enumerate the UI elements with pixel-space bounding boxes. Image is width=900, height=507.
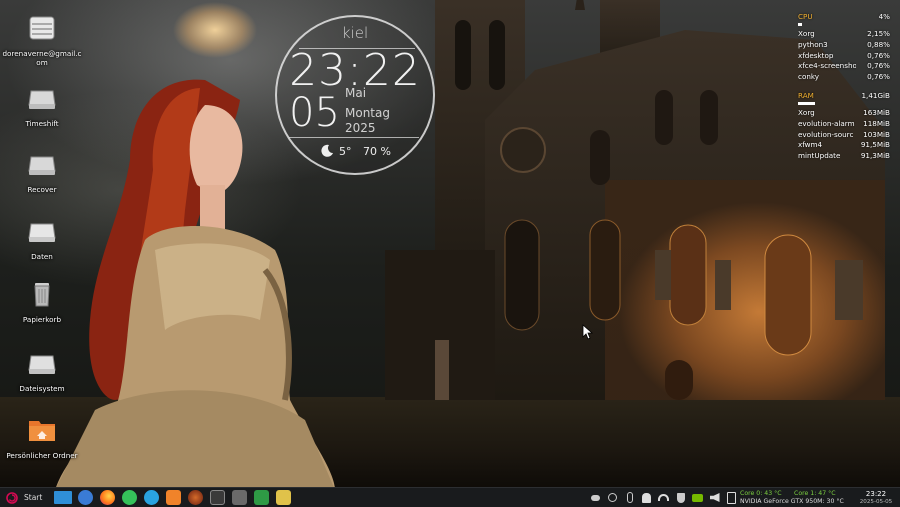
start-menu-button[interactable]: Start (0, 488, 52, 507)
ram-process-row: evolution-sourc 103MiB (798, 129, 890, 139)
clock-weekday: Montag (345, 106, 390, 120)
system-tray: Core 0: 43 °C Core 1: 47 °C NVIDIA GeFor… (587, 488, 900, 507)
taskbar-app-show-desktop[interactable] (52, 488, 74, 507)
wifi-icon[interactable] (655, 488, 672, 507)
firefox-icon (99, 490, 115, 505)
cpu-usage-bar (798, 23, 802, 26)
moon-cloud-icon (321, 144, 333, 157)
home-folder-icon (29, 421, 55, 441)
cpu-process-row: python3 0,88% (798, 39, 890, 49)
drive-icon (29, 16, 55, 40)
taskbar-app-thunderbird[interactable] (74, 488, 96, 507)
nvidia-icon[interactable] (689, 488, 706, 507)
clock-city: kiel (341, 24, 369, 42)
whatsapp-icon (121, 490, 137, 505)
game-icon (187, 490, 203, 505)
ram-process-row: xfwm4 91,5MiB (798, 140, 890, 150)
cpu-process-row: xfdesktop 0,76% (798, 50, 890, 60)
taskbar-clock-date: 2025-05-05 (859, 498, 893, 505)
software-store-icon (165, 490, 181, 505)
desktop-icon-label: dorenaverne@gmail.com (2, 49, 82, 67)
desktop-icon-mail-account[interactable]: dorenaverne@gmail.com (2, 15, 82, 67)
taskbar-clock[interactable]: 23:22 2025-05-05 (852, 488, 900, 507)
ram-usage-bar (798, 101, 815, 105)
conky-system-monitor: CPU 4% Xorg 2,15% python3 0,88% xfdesktop 0… (798, 12, 890, 162)
clock-month: Mai (345, 86, 367, 100)
toggle-icon[interactable] (587, 488, 604, 507)
download-icon (231, 490, 247, 505)
drive-icon (28, 355, 56, 374)
weather-temperature: 5° (339, 145, 352, 158)
cpu-header: CPU 4% (798, 12, 890, 22)
clock-divider-bottom (289, 137, 419, 138)
ram-value: 1,41GiB (861, 90, 890, 100)
desktop-icon-label: Persönlicher Ordner (6, 451, 78, 460)
taskbar-app-terminal[interactable] (206, 488, 228, 507)
taskbar-app-download[interactable] (228, 488, 250, 507)
show-desktop-icon (54, 491, 72, 504)
cpu-process-row: xfce4-screensho 0,76% (798, 61, 890, 71)
drive-icon (28, 156, 56, 175)
ram-process-row: mintUpdate 91,3MiB (798, 151, 890, 161)
gpu-temperature-monitor[interactable]: Core 0: 43 °C Core 1: 47 °C NVIDIA GeFor… (740, 488, 852, 507)
volume-icon[interactable] (706, 488, 723, 507)
taskbar-app-firefox[interactable] (96, 488, 118, 507)
ram-label: RAM (798, 90, 814, 100)
taskbar-app-text-editor[interactable] (272, 488, 294, 507)
cpu-process-row: Xorg 2,15% (798, 29, 890, 38)
core1-temp: Core 1: 47 °C (794, 489, 836, 497)
clock-status-icon[interactable] (604, 488, 621, 507)
notification-bell-icon[interactable] (638, 488, 655, 507)
desktop-wallpaper (0, 0, 900, 487)
taskbar-app-game[interactable] (184, 488, 206, 507)
taskbar-app-spreadsheet[interactable] (250, 488, 272, 507)
desktop-icon-label: Papierkorb (22, 315, 62, 324)
spreadsheet-icon (253, 490, 269, 505)
cpu-value: 4% (878, 12, 890, 21)
shield-icon[interactable] (672, 488, 689, 507)
desktop-icon-label: Recover (27, 185, 57, 194)
bluetooth-icon[interactable] (621, 488, 638, 507)
core0-temp: Core 0: 43 °C (740, 489, 782, 497)
desktop-icon-recover[interactable]: Recover (2, 151, 82, 194)
clock-weather-widget: kiel 23:22 05 Mai Montag 2025 5° 70 % (275, 15, 435, 175)
taskbar-app-telegram[interactable] (140, 488, 162, 507)
cpu-process-row: conky 0,76% (798, 72, 890, 82)
drive-icon (28, 90, 56, 109)
weather-humidity: 70 % (363, 145, 391, 158)
taskbar-app-software-manager[interactable] (162, 488, 184, 507)
desktop-icon-filesystem[interactable]: Dateisystem (2, 350, 82, 393)
start-label: Start (24, 493, 43, 502)
ram-process-row: evolution-alarm 118MiB (798, 118, 890, 128)
taskbar-app-whatsapp[interactable] (118, 488, 140, 507)
ram-header: RAM 1,41GiB (798, 91, 890, 101)
desktop-icon-label: Daten (31, 252, 53, 261)
taskbar: Start Core 0: 43 °C Core 1: 47 °C NVIDIA… (0, 487, 900, 507)
gpu-name-temp: NVIDIA GeForce GTX 950M: 30 °C (740, 497, 844, 505)
mouse-cursor (582, 324, 594, 340)
desktop-icon-label: Timeshift (25, 119, 59, 128)
thunderbird-icon (77, 490, 93, 505)
trash-icon (34, 283, 50, 307)
taskbar-clock-time: 23:22 (865, 489, 887, 498)
text-editor-icon (275, 490, 291, 505)
desktop-icon-home-folder[interactable]: Persönlicher Ordner (2, 417, 82, 460)
ram-process-row: Xorg 163MiB (798, 107, 890, 117)
clipboard-icon[interactable] (723, 488, 740, 507)
desktop-icon-label: Dateisystem (19, 384, 65, 393)
desktop-icon-trash[interactable]: Papierkorb (2, 281, 82, 324)
terminal-icon (209, 490, 225, 505)
desktop-icon-timeshift[interactable]: Timeshift (2, 85, 82, 128)
desktop-icon-daten[interactable]: Daten (2, 218, 82, 261)
clock-year: 2025 (345, 121, 376, 135)
clock-day: 05 (289, 90, 340, 136)
drive-icon (28, 223, 56, 242)
telegram-icon (143, 490, 159, 505)
debian-swirl-icon (6, 491, 18, 504)
cpu-label: CPU (798, 12, 813, 21)
